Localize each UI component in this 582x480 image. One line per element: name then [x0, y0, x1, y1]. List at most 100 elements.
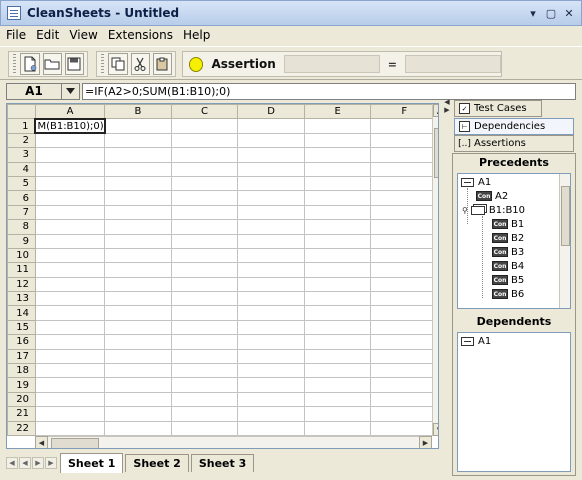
grid-cell[interactable]: [104, 175, 172, 192]
grid-cell[interactable]: [104, 291, 172, 307]
precedent-node[interactable]: Con B2: [492, 231, 524, 245]
grid-cell[interactable]: [170, 319, 239, 336]
grid-cell[interactable]: [237, 204, 305, 221]
row-header[interactable]: 22: [7, 420, 36, 436]
precedent-root-node[interactable]: A1: [461, 175, 491, 189]
grid-cell[interactable]: [370, 262, 438, 278]
row-header[interactable]: 16: [7, 334, 36, 350]
grid-cell[interactable]: [34, 319, 106, 336]
grid-cell[interactable]: [303, 233, 372, 249]
grid-cell[interactable]: [34, 406, 106, 422]
column-header[interactable]: A: [34, 104, 106, 120]
grid-cell[interactable]: [170, 118, 239, 134]
grid-cell[interactable]: [237, 190, 305, 206]
grid-cell[interactable]: [370, 247, 438, 264]
grid-cell[interactable]: [34, 247, 106, 264]
grid-cell[interactable]: [34, 291, 106, 307]
grid-cell[interactable]: [303, 305, 372, 321]
scroll-right-icon[interactable]: ▶: [419, 436, 432, 448]
grid-cell[interactable]: [104, 420, 172, 436]
grid-cell[interactable]: [370, 319, 438, 336]
tab-sheet-2[interactable]: Sheet 2: [125, 454, 189, 472]
grid-cell[interactable]: [303, 391, 372, 408]
grid-cell[interactable]: [237, 276, 305, 293]
precedent-node[interactable]: Con B1: [492, 217, 524, 231]
row-header[interactable]: 11: [7, 262, 36, 278]
grid-cell[interactable]: [170, 204, 239, 221]
grid-cell[interactable]: [34, 233, 106, 249]
grid-cell[interactable]: [170, 291, 239, 307]
grid-cell[interactable]: [237, 147, 305, 163]
grid-cell[interactable]: [370, 175, 438, 192]
vertical-scroll-thumb[interactable]: [434, 128, 438, 178]
precedent-node[interactable]: Con B3: [492, 245, 524, 259]
grid-cell[interactable]: [237, 219, 305, 235]
grid-cell[interactable]: [237, 175, 305, 192]
grid-cell[interactable]: [303, 348, 372, 365]
grid-cell[interactable]: [170, 377, 239, 393]
row-header[interactable]: 9: [7, 233, 36, 249]
grid-cell[interactable]: [370, 391, 438, 408]
grid-cell[interactable]: [34, 420, 106, 436]
formula-input[interactable]: =IF(A2>0;SUM(B1:B10);0): [82, 82, 576, 100]
column-header[interactable]: E: [303, 104, 372, 120]
grid-cell[interactable]: [370, 161, 438, 177]
row-header[interactable]: 5: [7, 175, 36, 192]
grid-cell[interactable]: [104, 363, 172, 379]
grid-cell[interactable]: [34, 190, 106, 206]
grid-cell[interactable]: [104, 262, 172, 278]
precedent-range-node[interactable]: ⚲ B1:B10: [462, 203, 525, 217]
horizontal-scrollbar[interactable]: ◀ ▶: [35, 436, 432, 448]
precedent-node[interactable]: Con B6: [492, 287, 524, 301]
grid-cell[interactable]: [170, 334, 239, 350]
grid-cell[interactable]: [34, 276, 106, 293]
grid-cell[interactable]: [104, 377, 172, 393]
toolbar-grip[interactable]: [13, 54, 17, 74]
grid-cell[interactable]: [303, 175, 372, 192]
collapse-right-icon[interactable]: ▶: [443, 106, 451, 114]
grid-cell[interactable]: [104, 233, 172, 249]
grid-cell[interactable]: [237, 132, 305, 149]
prev-sheet-icon[interactable]: ◀: [19, 457, 31, 469]
grid-cell[interactable]: [237, 319, 305, 336]
cell-reference-box[interactable]: A1: [6, 82, 62, 100]
grid-cell[interactable]: [104, 118, 172, 134]
grid-cell[interactable]: [237, 233, 305, 249]
grid-cell[interactable]: [237, 334, 305, 350]
grid-cell[interactable]: [303, 262, 372, 278]
grid-cell[interactable]: [370, 305, 438, 321]
row-header[interactable]: 1: [7, 118, 36, 134]
expand-toggle-icon[interactable]: ⚲: [462, 206, 468, 215]
grid-cell[interactable]: [370, 147, 438, 163]
grid-cell[interactable]: [34, 334, 106, 350]
grid-cell[interactable]: [370, 348, 438, 365]
row-header[interactable]: 2: [7, 132, 36, 149]
chevron-down-icon[interactable]: [62, 82, 80, 100]
cut-scissors-icon[interactable]: [130, 53, 150, 75]
grid-cell[interactable]: [303, 420, 372, 436]
maximize-icon[interactable]: ▢: [543, 5, 559, 21]
save-disk-icon[interactable]: [64, 53, 84, 75]
grid-cell[interactable]: [34, 391, 106, 408]
grid-cell[interactable]: [104, 161, 172, 177]
row-header[interactable]: 8: [7, 219, 36, 235]
grid-cell[interactable]: [104, 219, 172, 235]
row-header[interactable]: 17: [7, 348, 36, 365]
menu-extensions[interactable]: Extensions: [108, 28, 173, 42]
grid-cell[interactable]: [303, 147, 372, 163]
grid-cell[interactable]: [237, 262, 305, 278]
grid-cell[interactable]: [370, 291, 438, 307]
grid-cell[interactable]: [303, 406, 372, 422]
column-header[interactable]: D: [237, 104, 305, 120]
row-header[interactable]: 10: [7, 247, 36, 264]
grid-cell[interactable]: [170, 132, 239, 149]
grid-cell[interactable]: [370, 377, 438, 393]
grid-cell[interactable]: [104, 305, 172, 321]
grid-cell[interactable]: [237, 420, 305, 436]
grid-cell[interactable]: [370, 233, 438, 249]
grid-cell[interactable]: [104, 334, 172, 350]
grid-cell[interactable]: [303, 247, 372, 264]
grid-cell[interactable]: [303, 291, 372, 307]
row-header[interactable]: 15: [7, 319, 36, 336]
grid-cell[interactable]: [104, 348, 172, 365]
